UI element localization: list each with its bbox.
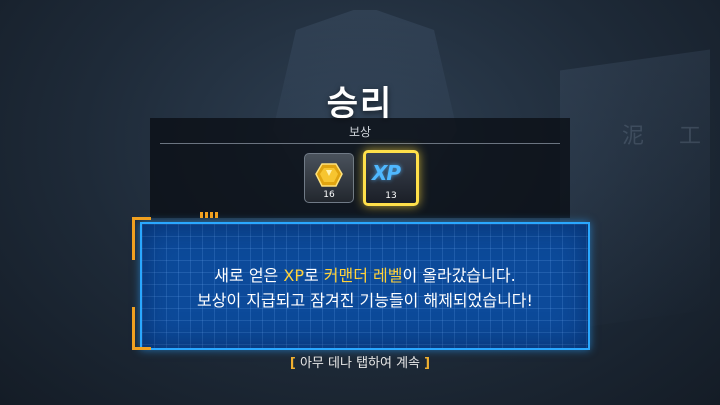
frame-bracket-bottom [132,307,151,350]
continue-bracket-close: ] [424,356,431,371]
reward-count: 16 [323,190,335,200]
reward-item-gold[interactable]: 16 [304,153,354,203]
reward-panel: 보상 16 XP 13 [150,118,570,218]
reward-label: 보상 [348,125,372,139]
message-line-2: 보상이 지급되고 잠겨진 기능들이 해제되었습니다! [197,291,533,310]
message-box [140,222,590,350]
commander-level-highlight: 커맨더 레벨 [323,266,403,285]
tap-to-continue[interactable]: [ 아무 데나 탭하여 계속 ] [0,352,720,371]
continue-bracket-open: [ [289,356,296,371]
message-dialog[interactable]: 새로 얻은 XP로 커맨더 레벨이 올라갔습니다. 보상이 지급되고 잠겨진 기… [130,212,590,352]
gold-gem-icon [315,163,343,187]
xp-highlight: XP [283,266,304,285]
message-line-1: 새로 얻은 XP로 커맨더 레벨이 올라갔습니다. [214,266,516,285]
continue-text: 아무 데나 탭하여 계속 [299,356,421,371]
frame-bracket-top [132,217,151,260]
reward-count: 13 [385,191,397,201]
reward-divider [160,143,560,144]
frame-tab-marks [200,212,220,218]
reward-item-xp[interactable]: XP 13 [363,150,419,206]
xp-icon: XP [372,161,401,185]
